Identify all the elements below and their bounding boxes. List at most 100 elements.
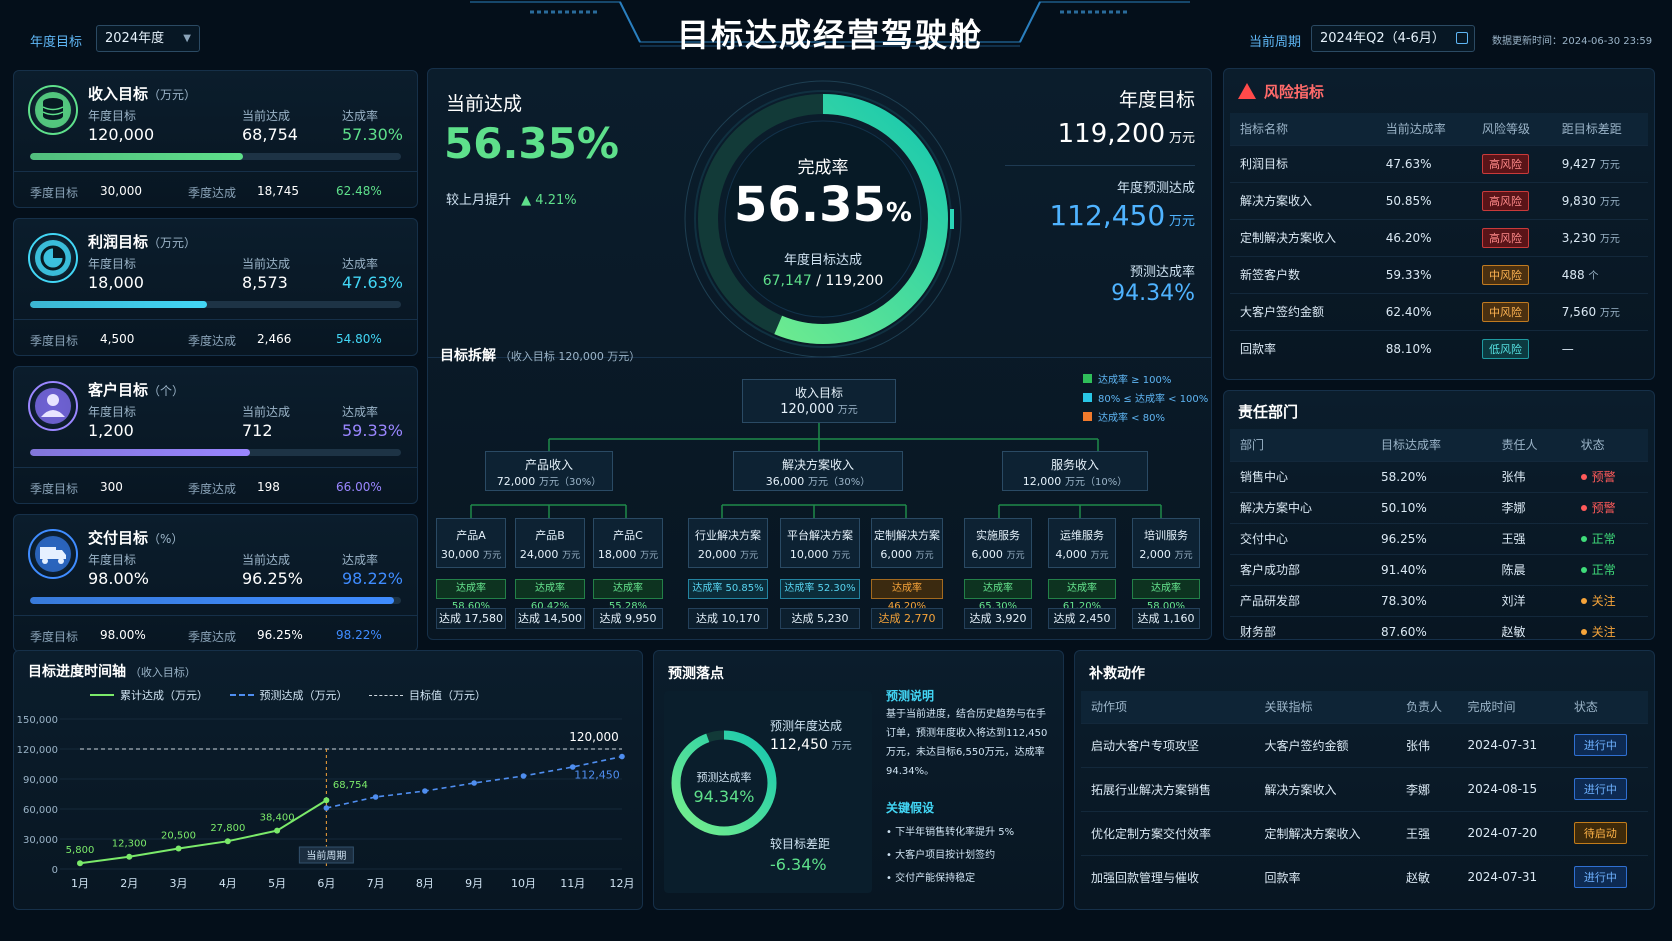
x-tick-label: 11月 — [560, 877, 585, 890]
kpi-card[interactable]: 收入目标（万元） 年度目标 120,000 当前达成 68,754 达成率 57.30% 季度… — [13, 70, 418, 208]
group-unit: 万元 — [1065, 477, 1086, 488]
assume-title: 关键假设 — [886, 801, 935, 815]
leaf-value: 30,000 — [440, 548, 480, 561]
dept-panel: 责任部门 部门 目标达成率 责任人 状态 销售中心 58.20% 张伟 预警 解决方案中心 50… — [1223, 390, 1655, 647]
dept-col-header: 目标达成率 — [1371, 429, 1492, 461]
tree-leaf-node[interactable]: 定制解决方案 6,000 万元 — [871, 518, 943, 568]
root-value: 120,000 — [780, 402, 834, 417]
tree-leaf-node[interactable]: 产品C 18,000 万元 — [593, 518, 663, 568]
risk-row[interactable]: 解决方案收入 50.85% 高风险 9,830 万元 — [1230, 181, 1648, 219]
kpi-cur-label: 当前达成 — [242, 109, 291, 123]
action-row[interactable]: 启动大客户专项攻坚 大客户签约金额 张伟 2024-07-31 进行中 — [1081, 722, 1648, 767]
kpi-q-rate: 62.48% — [336, 184, 382, 198]
dept-row[interactable]: 交付中心 96.25% 王强 正常 — [1230, 522, 1648, 554]
forecast-ring-value: 94.34% — [693, 787, 755, 806]
kpi-q-rate: 54.80% — [336, 332, 382, 346]
dept-col-header: 责任人 — [1491, 429, 1571, 461]
tree-group-node[interactable]: 解决方案收入 36,000 万元（30%） — [733, 451, 903, 491]
kpi-progress-bar — [30, 301, 401, 308]
group-value: 12,000 — [1022, 475, 1062, 488]
risk-row[interactable]: 新签客户数 59.33% 中风险 488 个 — [1230, 255, 1648, 293]
risk-row[interactable]: 定制解决方案收入 46.20% 高风险 3,230 万元 — [1230, 218, 1648, 256]
risk-col-header: 当前达成率 — [1375, 113, 1472, 145]
tree-leaf-node[interactable]: 行业解决方案 20,000 万元 — [688, 518, 768, 568]
leaf-name: 产品A — [456, 529, 486, 542]
year-select[interactable]: 2024年度 ▼ — [96, 25, 200, 52]
divider — [14, 467, 417, 468]
tree-root-node[interactable]: 收入目标 120,000 万元 — [742, 379, 896, 423]
tree-group-node[interactable]: 产品收入 72,000 万元（30%） — [485, 451, 613, 491]
leaf-line: 10,000 万元 — [781, 547, 859, 561]
leaf-rate-badge: 达成率 58.00% — [1132, 579, 1200, 612]
dept-status-cell: 正常 — [1570, 553, 1648, 585]
actual-data-label: 12,300 — [112, 839, 147, 850]
action-row[interactable]: 拓展行业解决方案销售 解决方案收入 李娜 2024-08-15 进行中 — [1081, 766, 1648, 811]
kpi-title: 收入目标（万元） — [88, 83, 196, 104]
risk-rate: 59.33% — [1375, 255, 1472, 293]
dept-row[interactable]: 产品研发部 78.30% 刘洋 关注 — [1230, 584, 1648, 616]
dept-name: 财务部 — [1230, 615, 1372, 647]
leaf-done-badge: 达成 3,920 — [964, 608, 1032, 629]
status-dot-icon — [1580, 629, 1587, 636]
dept-title: 责任部门 — [1238, 403, 1299, 421]
tree-leaf-node[interactable]: 产品B 24,000 万元 — [515, 518, 585, 568]
period-select[interactable]: 2024年Q2（4-6月） — [1311, 25, 1475, 52]
group-line: 36,000 万元（30%） — [734, 473, 902, 488]
dept-col-header: 部门 — [1230, 429, 1372, 461]
leaf-done-badge: 达成 10,170 — [688, 608, 768, 629]
action-col-header: 动作项 — [1081, 691, 1255, 723]
kpi-progress-fill — [30, 597, 395, 604]
risk-title-wrap: 风险指标 — [1238, 81, 1324, 102]
risk-gap: 3,230 — [1561, 231, 1597, 245]
current-period-label: 当前周期 — [306, 849, 346, 862]
risk-level-badge: 中风险 — [1481, 264, 1529, 285]
kpi-card[interactable]: 客户目标（个） 年度目标 1,200 当前达成 712 达成率 59.33% 季度目标 300 季… — [13, 366, 418, 504]
dept-row[interactable]: 财务部 87.60% 赵敏 关注 — [1230, 615, 1648, 647]
dept-row[interactable]: 销售中心 58.20% 张伟 预警 — [1230, 460, 1648, 492]
dept-rate: 78.30% — [1371, 584, 1492, 616]
action-row[interactable]: 优化定制方案交付效率 定制解决方案收入 王强 2024-07-20 待启动 — [1081, 810, 1648, 855]
tree-leaf-node[interactable]: 平台解决方案 10,000 万元 — [780, 518, 860, 568]
leaf-line: 2,000 万元 — [1133, 547, 1199, 561]
action-status-button[interactable]: 进行中 — [1573, 734, 1627, 756]
action-status-button[interactable]: 进行中 — [1573, 866, 1627, 889]
tree-leaf-node[interactable]: 运维服务 4,000 万元 — [1048, 518, 1116, 568]
kpi-year-label: 年度目标 — [88, 109, 137, 123]
dept-status-cell: 关注 — [1570, 584, 1648, 616]
fc-gap-label: 较目标差距 — [770, 837, 831, 851]
dept-row[interactable]: 解决方案中心 50.10% 李娜 预警 — [1230, 491, 1648, 523]
tree-group-node[interactable]: 服务收入 12,000 万元（10%） — [1002, 451, 1148, 491]
risk-row[interactable]: 回款率 88.10% 低风险 — — [1230, 329, 1648, 367]
coins-icon — [28, 85, 78, 135]
tree-leaf-node[interactable]: 培训服务 2,000 万元 — [1132, 518, 1200, 568]
tree-leaf-node[interactable]: 实施服务 6,000 万元 — [964, 518, 1032, 568]
action-status-button[interactable]: 进行中 — [1573, 778, 1627, 800]
dept-name: 解决方案中心 — [1230, 491, 1372, 523]
action-status-button[interactable]: 待启动 — [1573, 822, 1627, 844]
kpi-year-value: 98.00% — [88, 569, 150, 588]
risk-row[interactable]: 利润目标 47.63% 高风险 9,427 万元 — [1230, 144, 1648, 182]
dept-rate: 87.60% — [1371, 615, 1492, 647]
target-end-label: 120,000 — [569, 730, 619, 744]
kpi-q-target: 4,500 — [100, 332, 135, 346]
risk-row[interactable]: 大客户签约金额 62.40% 中风险 7,560 万元 — [1230, 292, 1648, 330]
forecast-point — [422, 788, 428, 794]
fc-gap-value: -6.34% — [770, 855, 827, 874]
kpi-rate-label: 达成率 — [342, 553, 379, 567]
assumption-item: • 交付产能保持稳定 — [886, 873, 976, 884]
dept-owner: 李娜 — [1491, 491, 1571, 523]
kpi-q-target: 300 — [100, 480, 123, 494]
action-row[interactable]: 加强回款管理与催收 回款率 赵敏 2024-07-31 进行中 — [1081, 854, 1648, 899]
risk-gap: 7,560 — [1561, 305, 1597, 319]
group-name: 解决方案收入 — [781, 458, 854, 472]
kpi-card[interactable]: 交付目标（%） 年度目标 98.00% 当前达成 96.25% 达成率 98.22% 季度目标… — [13, 514, 418, 652]
kpi-year-label: 年度目标 — [88, 553, 137, 567]
tree-leaf-node[interactable]: 产品A 30,000 万元 — [436, 518, 506, 568]
dept-row[interactable]: 客户成功部 91.40% 陈晨 正常 — [1230, 553, 1648, 585]
leaf-name: 运维服务 — [1060, 529, 1104, 542]
group-pct: （10%） — [1085, 477, 1128, 488]
kpi-q-actual: 18,745 — [257, 184, 299, 198]
dept-name: 产品研发部 — [1230, 584, 1372, 616]
kpi-card[interactable]: 利润目标（万元） 年度目标 18,000 当前达成 8,573 达成率 47.63% 季度目标… — [13, 218, 418, 356]
risk-level-badge: 高风险 — [1481, 227, 1529, 248]
